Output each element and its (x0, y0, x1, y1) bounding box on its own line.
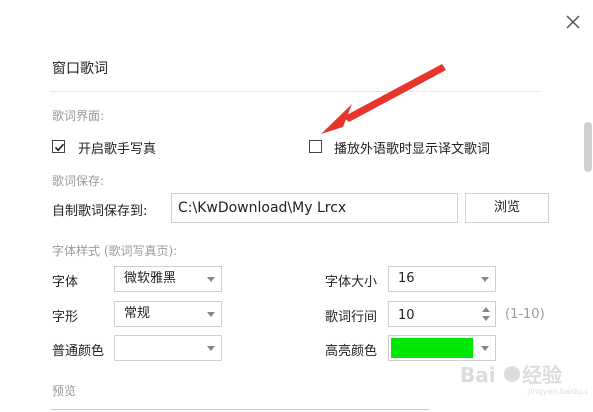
annotation-arrow-icon (321, 64, 446, 134)
svg-text:Bai: Bai (460, 363, 496, 387)
svg-text:jingyan.baidu.com: jingyan.baidu.com (527, 387, 588, 396)
baidu-watermark-logo: Bai 经验 jingyan.baidu.com (458, 356, 593, 396)
svg-text:经验: 经验 (522, 363, 562, 387)
